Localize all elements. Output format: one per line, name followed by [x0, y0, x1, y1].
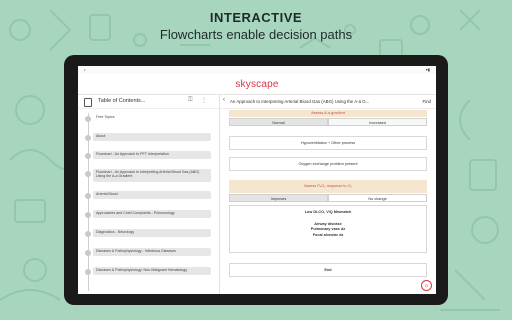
back-button[interactable]: ‹: [223, 97, 225, 103]
app-bar: skyscape: [78, 74, 436, 95]
low-dlco-node[interactable]: Low DLCO, V/Q Mismatch Airway disease Pu…: [229, 205, 427, 253]
flowchart-panel: ‹ An Approach to Interpreting Arterial B…: [220, 95, 436, 294]
toc-item-hematology[interactable]: Diseases & Pathophysiology: Non-Malignan…: [78, 267, 219, 277]
book-icon[interactable]: [84, 98, 92, 107]
toc-item-label: Free Topics: [96, 115, 115, 119]
improves-option[interactable]: Improves: [229, 194, 328, 202]
toc-item-label: Flowchart - An Approach to Interpreting …: [93, 169, 211, 182]
toc-dot: [85, 250, 91, 256]
toc-dot: [85, 231, 91, 237]
gradient-choice: Normal Increased: [229, 118, 427, 126]
assess-pao2-node: Assess PₐO₂ response to O₂: [229, 180, 427, 193]
toc-item-free-topics[interactable]: Free Topics: [78, 114, 219, 124]
hypoventilation-node[interactable]: Hypoventilation + Other process: [229, 136, 427, 150]
toc-dot: [85, 269, 91, 275]
toc-sidebar: Table of Contents... ⚿ ⋮ Free Topics Abo…: [78, 95, 220, 294]
focal-alveolar-label: Focal alveolar dz: [312, 232, 344, 237]
status-bar: • ▾▮: [78, 66, 436, 74]
status-dot: •: [84, 67, 86, 72]
toc-item-about[interactable]: About: [78, 133, 219, 143]
signal-icon: ▾▮: [425, 67, 430, 72]
oxygen-exchange-node[interactable]: Oxygen exchange problem present: [229, 157, 427, 171]
toc-item-label: Diagnostics - Neurology: [93, 229, 211, 237]
toc-dot: [85, 153, 91, 159]
toc-item-label: Arterial Blood: [93, 191, 211, 199]
assess-gradient-node: Assess A-a gradient: [229, 110, 427, 117]
end-node[interactable]: End: [229, 263, 427, 277]
more-icon[interactable]: ⋮: [201, 97, 207, 104]
no-change-option[interactable]: No change: [328, 194, 427, 202]
toc-item-neurology[interactable]: Diagnostics - Neurology: [78, 229, 219, 239]
toc-item-label: Flowchart - An Approach to PFT Interpret…: [93, 151, 211, 159]
toc-item-label: About: [93, 133, 211, 141]
toc-dot: [85, 135, 91, 141]
toc-item-label: Diseases & Pathophysiology - Infectious …: [93, 248, 211, 256]
toc-item-pft-flowchart[interactable]: Flowchart - An Approach to PFT Interpret…: [78, 151, 219, 161]
main-header: ‹ An Approach to Interpreting Arterial B…: [220, 95, 436, 109]
headline-subtitle: Flowcharts enable decision paths: [159, 27, 353, 42]
toc-title: Table of Contents...: [98, 98, 146, 104]
toc-item-label: Diseases & Pathophysiology: Non-Malignan…: [93, 267, 211, 275]
toc-item-arterial-blood[interactable]: Arterial Blood: [78, 191, 219, 201]
toc-header: Table of Contents... ⚿ ⋮: [78, 95, 219, 109]
find-button[interactable]: Find: [422, 99, 431, 104]
promo-headline: INTERACTIVE Flowcharts enable decision p…: [0, 10, 512, 43]
content-area: Table of Contents... ⚿ ⋮ Free Topics Abo…: [78, 95, 436, 294]
increased-option[interactable]: Increased: [328, 118, 427, 126]
toc-item-infectious-diseases[interactable]: Diseases & Pathophysiology - Infectious …: [78, 248, 219, 258]
flowchart-icon[interactable]: ⌬: [421, 280, 432, 291]
headline-title: INTERACTIVE: [209, 10, 303, 25]
toc-item-pulmonology[interactable]: Approaches and Chief Complaints - Pulmon…: [78, 210, 219, 220]
app-screen: • ▾▮ skyscape Table of Contents... ⚿ ⋮ F…: [78, 66, 436, 294]
lock-icon[interactable]: ⚿: [188, 97, 193, 104]
normal-option[interactable]: Normal: [229, 118, 328, 126]
toc-item-abg-flowchart[interactable]: Flowchart - An Approach to Interpreting …: [78, 169, 219, 183]
toc-dot: [85, 116, 91, 122]
pao2-choice: Improves No change: [229, 194, 427, 202]
app-logo: skyscape: [235, 79, 279, 90]
toc-dot: [85, 212, 91, 218]
toc-dot: [85, 171, 91, 177]
toc-item-label: Approaches and Chief Complaints - Pulmon…: [93, 210, 211, 218]
toc-dot: [85, 193, 91, 199]
page-title: An Approach to Interpreting Arterial Blo…: [230, 99, 370, 104]
